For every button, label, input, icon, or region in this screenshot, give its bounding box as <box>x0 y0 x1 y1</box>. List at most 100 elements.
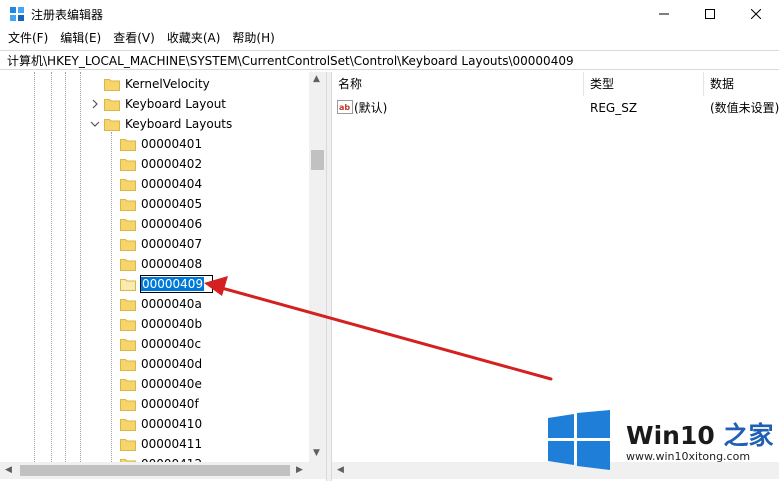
folder-icon <box>120 258 136 271</box>
tree-item[interactable]: 00000406 <box>120 214 203 234</box>
tree-item[interactable]: 0000040e <box>120 374 203 394</box>
tree-guide-line <box>111 132 112 462</box>
tree-item[interactable]: 00000408 <box>120 254 203 274</box>
menu-favorites[interactable]: 收藏夹(A) <box>161 28 227 48</box>
value-row-name[interactable]: ab (默认) <box>337 98 582 118</box>
tree-item[interactable]: Keyboard Layouts <box>90 114 233 134</box>
folder-icon <box>120 438 136 451</box>
tree-item-label: 00000406 <box>141 217 203 231</box>
folder-icon <box>104 98 120 111</box>
folder-icon <box>120 138 136 151</box>
tree-item-label: 00000407 <box>141 237 203 251</box>
folder-icon <box>120 158 136 171</box>
tree-item-label: Keyboard Layout <box>125 97 227 111</box>
tree-item[interactable]: 0000040f <box>120 394 200 414</box>
rename-key-input[interactable]: 00000409 <box>140 275 214 293</box>
folder-icon <box>120 198 136 211</box>
folder-icon <box>120 278 136 291</box>
watermark-url: www.win10xitong.com <box>626 450 751 463</box>
tree-item-label: 0000040b <box>141 317 203 331</box>
folder-icon <box>120 418 136 431</box>
tree-item[interactable]: 00000401 <box>120 134 203 154</box>
chevron-down-icon[interactable] <box>90 119 100 129</box>
folder-icon <box>120 338 136 351</box>
key-tree-pane[interactable]: KernelVelocity Keyboard Layout Keyboard La… <box>0 72 326 481</box>
scroll-up-arrow-icon[interactable]: ▲ <box>313 74 320 84</box>
tree-item[interactable]: 00000409 <box>120 274 214 294</box>
close-button[interactable] <box>733 0 779 28</box>
tree-item[interactable]: 0000040a <box>120 294 203 314</box>
tree-item-label: 00000408 <box>141 257 203 271</box>
maximize-icon <box>705 9 715 19</box>
chevron-right-icon[interactable] <box>90 99 100 109</box>
tree-item[interactable]: 00000411 <box>120 434 203 454</box>
tree-item[interactable]: 00000405 <box>120 194 203 214</box>
minimize-button[interactable] <box>641 0 687 28</box>
regedit-app-icon <box>10 7 24 21</box>
tree-item-label: 0000040e <box>141 377 202 391</box>
tree-guide-line <box>51 72 52 462</box>
tree-item[interactable]: Keyboard Layout <box>92 94 227 114</box>
tree-item-label: KernelVelocity <box>125 77 210 91</box>
folder-icon <box>120 298 136 311</box>
window-title: 注册表编辑器 <box>31 8 104 22</box>
tree-guide-line <box>34 72 35 462</box>
folder-icon <box>120 358 136 371</box>
scroll-left-arrow-icon[interactable]: ◀ <box>337 465 344 475</box>
tree-guide-line <box>80 72 81 462</box>
tree-item-label: 00000411 <box>141 437 203 451</box>
tree-item[interactable]: 00000402 <box>120 154 203 174</box>
tree-item-label: Keyboard Layouts <box>125 117 233 131</box>
address-bar[interactable]: 计算机\HKEY_LOCAL_MACHINE\SYSTEM\CurrentCon… <box>0 50 779 70</box>
tree-item-label: 00000404 <box>141 177 203 191</box>
tree-item[interactable]: 00000407 <box>120 234 203 254</box>
menu-file[interactable]: 文件(F) <box>0 28 54 48</box>
tree-horizontal-scroll-thumb[interactable] <box>20 465 290 476</box>
tree-item[interactable]: 00000404 <box>120 174 203 194</box>
tree-item-label: 00000410 <box>141 417 203 431</box>
tree-item-label: 0000040d <box>141 357 203 371</box>
folder-icon <box>104 78 120 91</box>
folder-icon <box>120 318 136 331</box>
column-header-type[interactable]: 类型 <box>584 72 704 96</box>
close-icon <box>751 9 761 19</box>
tree-item[interactable]: KernelVelocity <box>104 74 211 94</box>
column-header-data[interactable]: 数据 <box>704 72 779 96</box>
tree-item-label: 0000040a <box>141 297 202 311</box>
scroll-left-arrow-icon[interactable]: ◀ <box>5 465 12 475</box>
rename-key-text: 00000409 <box>141 277 205 291</box>
tree-item-label: 0000040f <box>141 397 199 411</box>
tree-horizontal-scrollbar[interactable]: ◀ ▶ <box>0 462 326 479</box>
tree-item-label: 00000402 <box>141 157 203 171</box>
value-data: (数值未设置) <box>710 101 779 115</box>
tree-item[interactable]: 0000040c <box>120 334 202 354</box>
folder-icon <box>120 238 136 251</box>
string-value-icon: ab <box>337 100 353 114</box>
tree-item-label: 0000040c <box>141 337 202 351</box>
minimize-icon <box>659 13 669 15</box>
menu-view[interactable]: 查看(V) <box>107 28 161 48</box>
menu-bar: 文件(F) 编辑(E) 查看(V) 收藏夹(A) 帮助(H) <box>0 28 779 48</box>
tree-guide-line <box>65 72 66 462</box>
scroll-right-arrow-icon[interactable]: ▶ <box>296 465 303 475</box>
watermark-brand-prefix: Win10 <box>626 421 724 450</box>
menu-help[interactable]: 帮助(H) <box>226 28 280 48</box>
tree-item[interactable]: 0000040d <box>120 354 203 374</box>
tree-item[interactable]: 0000040b <box>120 314 203 334</box>
folder-icon <box>120 218 136 231</box>
scroll-down-arrow-icon[interactable]: ▼ <box>313 448 320 458</box>
value-name: (默认) <box>354 101 388 115</box>
watermark-brand-suffix: 之家 <box>723 421 774 450</box>
tree-vertical-scroll-thumb[interactable] <box>311 150 324 170</box>
tree-item-label: 00000405 <box>141 197 203 211</box>
tree-item-label: 00000401 <box>141 137 203 151</box>
watermark-brand: Win10 之家 <box>626 416 773 452</box>
tree-item[interactable]: 00000410 <box>120 414 203 434</box>
maximize-button[interactable] <box>687 0 733 28</box>
column-header-name[interactable]: 名称 <box>332 72 584 96</box>
tree-vertical-scrollbar[interactable]: ▲ ▼ <box>309 72 326 462</box>
folder-icon <box>120 178 136 191</box>
windows-logo-icon <box>548 410 610 470</box>
svg-text:ab: ab <box>339 103 350 112</box>
menu-edit[interactable]: 编辑(E) <box>54 28 107 48</box>
